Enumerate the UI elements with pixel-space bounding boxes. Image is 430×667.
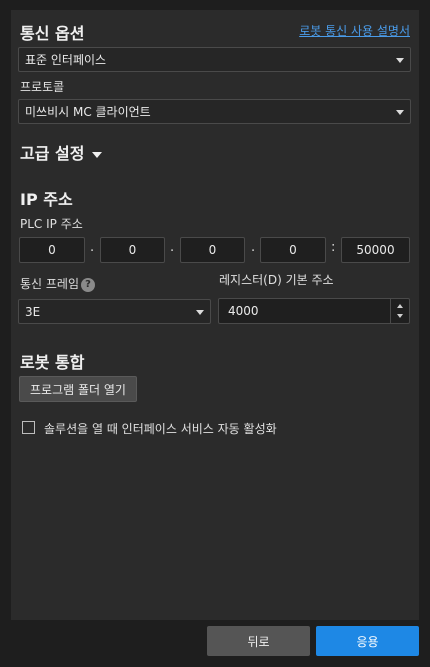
register-base-address-label: 레지스터(D) 기본 주소 bbox=[219, 273, 334, 287]
advanced-settings-toggle[interactable]: 고급 설정 bbox=[20, 140, 103, 164]
protocol-label: 프로토콜 bbox=[20, 80, 65, 94]
ip-dot-separator: . bbox=[90, 240, 95, 255]
section-title-robot-integration: 로봇 통합 bbox=[20, 353, 85, 372]
chevron-down-icon bbox=[396, 58, 404, 63]
auto-activate-checkbox[interactable] bbox=[22, 421, 35, 434]
comm-frame-select-value: 3E bbox=[25, 304, 41, 319]
comm-frame-label-row: 통신 프레임? bbox=[20, 275, 96, 292]
plc-ip-label: PLC IP 주소 bbox=[20, 217, 83, 231]
apply-button[interactable]: 응용 bbox=[316, 626, 419, 656]
auto-activate-label: 솔루션을 열 때 인터페이스 서비스 자동 활성화 bbox=[44, 422, 277, 436]
open-program-folder-button[interactable]: 프로그램 폴더 열기 bbox=[19, 376, 137, 402]
caret-down-icon bbox=[92, 151, 103, 158]
decrement-arrow-icon[interactable] bbox=[397, 314, 403, 318]
back-button[interactable]: 뒤로 bbox=[207, 626, 310, 656]
ip-dot-separator: . bbox=[170, 240, 175, 255]
ip-port-separator: : bbox=[331, 240, 336, 255]
protocol-select[interactable]: 미쓰비시 MC 클라이언트 bbox=[18, 99, 411, 124]
protocol-select-value: 미쓰비시 MC 클라이언트 bbox=[25, 105, 151, 119]
robot-comm-manual-link[interactable]: 로봇 통신 사용 설명서 bbox=[299, 22, 410, 39]
port-input[interactable]: 50000 bbox=[341, 237, 410, 263]
comm-frame-select[interactable]: 3E bbox=[18, 299, 211, 324]
register-base-address-value: 4000 bbox=[228, 304, 259, 318]
ip-octet-2-input[interactable]: 0 bbox=[100, 237, 165, 263]
section-title-communication: 통신 옵션 bbox=[20, 24, 85, 43]
interface-select-value: 표준 인터페이스 bbox=[25, 53, 107, 67]
ip-octet-1-input[interactable]: 0 bbox=[19, 237, 85, 263]
spinbox-buttons bbox=[390, 299, 409, 323]
ip-octet-4-input[interactable]: 0 bbox=[260, 237, 326, 263]
chevron-down-icon bbox=[396, 110, 404, 115]
chevron-down-icon bbox=[196, 310, 204, 315]
section-title-ip: IP 주소 bbox=[20, 190, 73, 209]
help-icon[interactable]: ? bbox=[81, 277, 96, 292]
register-base-address-spinbox[interactable]: 4000 bbox=[218, 298, 410, 324]
comm-frame-label: 통신 프레임 bbox=[20, 277, 80, 291]
increment-arrow-icon[interactable] bbox=[397, 304, 403, 308]
ip-dot-separator: . bbox=[251, 240, 256, 255]
advanced-settings-title: 고급 설정 bbox=[20, 144, 85, 163]
interface-select[interactable]: 표준 인터페이스 bbox=[18, 47, 411, 72]
ip-octet-3-input[interactable]: 0 bbox=[180, 237, 245, 263]
